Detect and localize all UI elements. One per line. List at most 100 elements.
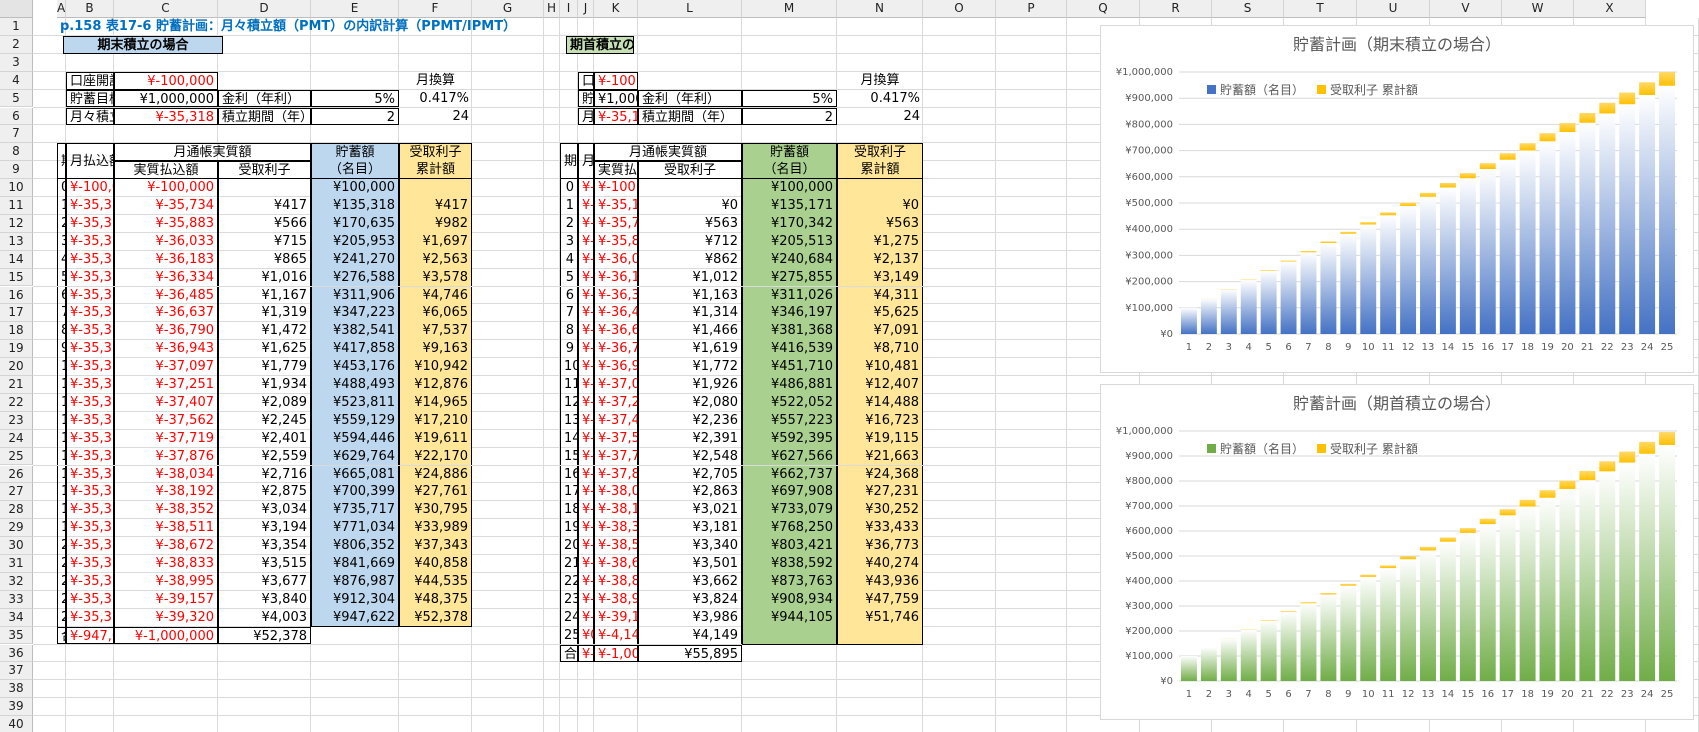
row-header[interactable]: 25 (0, 447, 33, 466)
row-header[interactable]: 15 (0, 268, 33, 287)
row-header[interactable]: 8 (0, 143, 33, 162)
row-header[interactable]: 17 (0, 304, 33, 323)
payment-cell: ¥-35,318 (66, 322, 114, 341)
column-header[interactable]: S (1212, 0, 1284, 18)
row-header[interactable]: 31 (0, 555, 33, 573)
cum-interest-cell: ¥4,311 (837, 286, 923, 305)
chart-end-of-period[interactable]: 貯蓄計画（期末積立の場合） ¥0 ¥100,000 ¥200,000 ¥300,000 ¥… (1100, 25, 1694, 373)
row-header[interactable]: 12 (0, 214, 33, 233)
row-header[interactable]: 23 (0, 411, 33, 430)
row-header[interactable]: 22 (0, 393, 33, 412)
real-pay-cell: ¥-36,485 (594, 304, 638, 323)
row-header[interactable]: 16 (0, 286, 33, 305)
column-header[interactable]: T (1284, 0, 1357, 18)
column-header[interactable]: V (1430, 0, 1502, 18)
row-header[interactable]: 35 (0, 626, 33, 645)
row-header[interactable]: 33 (0, 590, 33, 609)
column-header[interactable]: G (472, 0, 544, 18)
real-pay-cell: ¥-37,251 (594, 393, 638, 412)
payment-cell: ¥-35,171 (578, 519, 594, 538)
row-header[interactable]: 20 (0, 358, 33, 376)
row-header[interactable]: 30 (0, 537, 33, 555)
row-header[interactable]: 19 (0, 340, 33, 359)
select-all-corner[interactable] (0, 0, 33, 18)
row-header[interactable]: 3 (0, 53, 33, 72)
row-header[interactable]: 5 (0, 89, 33, 108)
total-real-pay: ¥-1,000,000 (114, 626, 218, 645)
bar-cum-interest (1280, 611, 1297, 613)
row-header[interactable]: 24 (0, 429, 33, 448)
row-header[interactable]: 6 (0, 107, 33, 126)
column-header[interactable]: L (638, 0, 742, 18)
bar-savings (1599, 471, 1616, 681)
row-header[interactable]: 38 (0, 680, 33, 699)
period-cell: 9 (560, 340, 578, 359)
column-header[interactable]: Q (1067, 0, 1140, 18)
payment-cell: ¥-35,318 (66, 358, 114, 376)
column-header[interactable]: B (66, 0, 114, 18)
row-header[interactable]: 36 (0, 644, 33, 663)
row-header[interactable]: 27 (0, 483, 33, 502)
chart-start-of-period[interactable]: 貯蓄計画（期首積立の場合） ¥0 ¥100,000 ¥200,000 ¥300,000 ¥… (1100, 384, 1694, 720)
row-header[interactable]: 11 (0, 197, 33, 215)
row-header[interactable]: 32 (0, 572, 33, 591)
param-label: 貯蓄目標額 (66, 89, 114, 108)
row-header[interactable]: 34 (0, 608, 33, 627)
column-header[interactable]: N (837, 0, 923, 18)
row-header[interactable]: 14 (0, 250, 33, 269)
payment-cell: ¥-35,318 (66, 483, 114, 502)
column-header[interactable]: R (1140, 0, 1212, 18)
y-tick-label: ¥1,000,000 (1116, 426, 1173, 437)
bar-cum-interest (1459, 528, 1476, 533)
column-header[interactable]: M (742, 0, 837, 18)
row-header[interactable]: 26 (0, 465, 33, 484)
row-header[interactable]: 28 (0, 501, 33, 520)
column-header[interactable]: X (1574, 0, 1646, 18)
column-header[interactable]: E (311, 0, 399, 18)
cum-interest-cell: ¥6,065 (399, 304, 472, 323)
column-header[interactable]: D (218, 0, 311, 18)
period-cell: 24 (57, 608, 66, 627)
row-header[interactable]: 21 (0, 376, 33, 394)
y-tick-label: ¥200,000 (1125, 626, 1173, 637)
column-header[interactable]: P (996, 0, 1067, 18)
savings-cell: ¥627,566 (742, 447, 837, 466)
x-tick-label: 21 (1581, 342, 1594, 353)
header-passbook: 月通帳実質額 (594, 143, 742, 162)
column-header[interactable]: I (560, 0, 578, 18)
bar-savings (1579, 480, 1596, 681)
column-header[interactable]: F (399, 0, 472, 18)
row-header[interactable]: 4 (0, 71, 33, 90)
cum-interest-cell: ¥3,149 (837, 268, 923, 287)
y-tick-label: ¥100,000 (1125, 651, 1173, 662)
row-header[interactable]: 18 (0, 322, 33, 341)
row-header[interactable]: 9 (0, 161, 33, 180)
column-header[interactable]: O (923, 0, 996, 18)
column-header[interactable]: H (544, 0, 560, 18)
real-pay-cell: ¥-36,334 (114, 268, 218, 287)
row-header[interactable]: 39 (0, 698, 33, 717)
column-header[interactable]: A (57, 0, 66, 18)
cum-interest-cell: ¥36,773 (837, 537, 923, 555)
column-header[interactable]: J (578, 0, 594, 18)
row-header[interactable]: 10 (0, 179, 33, 197)
row-header[interactable]: 40 (0, 716, 33, 732)
period-cell: 12 (57, 393, 66, 412)
column-header[interactable]: W (1502, 0, 1574, 18)
row-header[interactable]: 29 (0, 519, 33, 538)
bar-cum-interest (1559, 480, 1576, 489)
real-pay-cell: ¥-36,943 (114, 340, 218, 359)
column-header[interactable]: C (114, 0, 218, 18)
column-header[interactable]: K (594, 0, 638, 18)
row-header[interactable]: 7 (0, 125, 33, 144)
row-header[interactable]: 2 (0, 35, 33, 54)
x-tick-label: 9 (1345, 342, 1351, 353)
row-header[interactable]: 13 (0, 232, 33, 251)
column-header[interactable]: U (1357, 0, 1430, 18)
y-tick-label: ¥0 (1160, 329, 1173, 340)
total-payment: ¥-944,105 (578, 644, 594, 663)
row-header[interactable]: 1 (0, 18, 33, 36)
interest-cell: ¥0 (638, 197, 742, 215)
period-cell: 0 (57, 179, 66, 197)
row-header[interactable]: 37 (0, 662, 33, 681)
